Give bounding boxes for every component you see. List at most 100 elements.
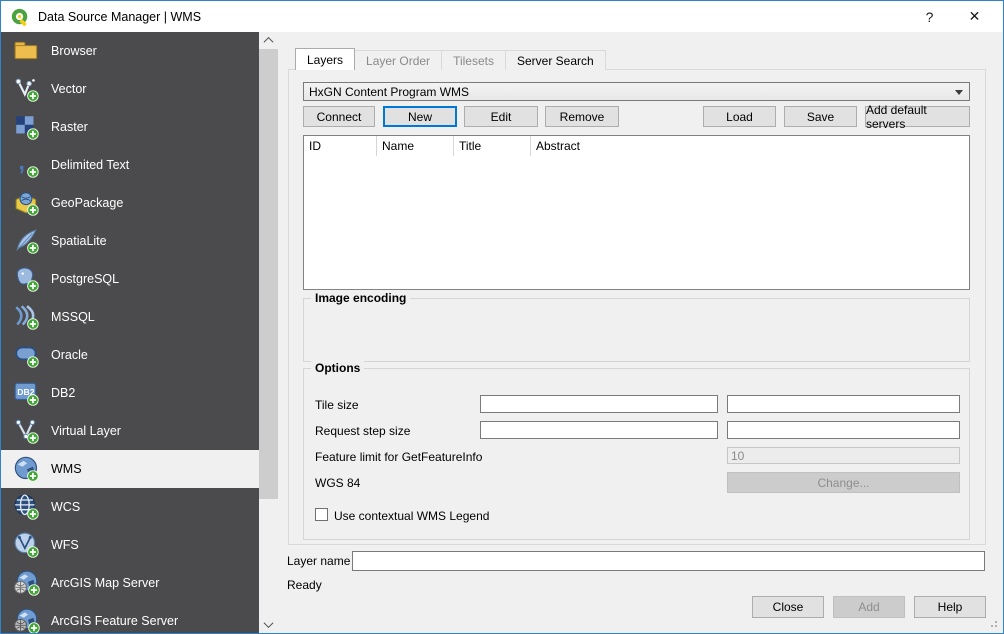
- sidebar-item-label: ArcGIS Feature Server: [51, 614, 178, 628]
- sidebar-item-virtual-layer[interactable]: Virtual Layer: [1, 412, 259, 450]
- close-titlebar-button[interactable]: ✕: [952, 1, 997, 32]
- sidebar-item-label: ArcGIS Map Server: [51, 576, 159, 590]
- resize-grip-icon[interactable]: [987, 617, 997, 627]
- sidebar-item-postgresql[interactable]: PostgreSQL: [1, 260, 259, 298]
- scrollbar-thumb[interactable]: [259, 49, 278, 499]
- sidebar-item-wms[interactable]: WMS: [1, 450, 259, 488]
- tab-layers[interactable]: Layers: [295, 48, 355, 70]
- column-header-abstract[interactable]: Abstract: [531, 136, 969, 156]
- feature-limit-label: Feature limit for GetFeatureInfo: [315, 450, 482, 464]
- scroll-up-icon[interactable]: [259, 32, 278, 49]
- column-header-name[interactable]: Name: [377, 136, 454, 156]
- load-button[interactable]: Load: [703, 106, 776, 127]
- button-label: Load: [726, 110, 753, 124]
- column-header-id[interactable]: ID: [304, 136, 377, 156]
- arcgis-map-server-icon: [13, 569, 41, 597]
- edit-button[interactable]: Edit: [464, 106, 538, 127]
- sidebar-item-arcgis-feature-server[interactable]: ArcGIS Feature Server: [1, 602, 259, 633]
- step-height-input[interactable]: [727, 421, 960, 439]
- group-title: Image encoding: [311, 291, 410, 305]
- folder-icon: [13, 37, 41, 65]
- selected-connection-label: HxGN Content Program WMS: [309, 85, 469, 99]
- button-label: Save: [807, 110, 834, 124]
- column-label: Title: [459, 139, 481, 153]
- layer-name-label: Layer name: [287, 554, 350, 568]
- connect-button[interactable]: Connect: [303, 106, 375, 127]
- tile-width-input[interactable]: [480, 395, 718, 413]
- sidebar-item-delimited-text[interactable]: , Delimited Text: [1, 146, 259, 184]
- sidebar-item-mssql[interactable]: MSSQL: [1, 298, 259, 336]
- help-button[interactable]: Help: [914, 596, 986, 618]
- feather-icon: [13, 227, 41, 255]
- button-label: Edit: [491, 110, 512, 124]
- image-encoding-group: Image encoding: [303, 298, 970, 362]
- server-connection-select[interactable]: HxGN Content Program WMS: [303, 82, 970, 101]
- sidebar-item-wfs[interactable]: WFS: [1, 526, 259, 564]
- add-button: Add: [833, 596, 905, 618]
- sidebar-scrollbar[interactable]: [259, 32, 278, 633]
- sidebar-item-label: SpatiaLite: [51, 234, 107, 248]
- wms-panel: Layers Layer Order Tilesets Server Searc…: [278, 32, 1003, 633]
- add-default-servers-button[interactable]: Add default servers: [865, 106, 970, 127]
- svg-text:,: ,: [18, 151, 25, 175]
- column-header-title[interactable]: Title: [454, 136, 531, 156]
- sidebar-item-db2[interactable]: DB2 DB2: [1, 374, 259, 412]
- remove-button[interactable]: Remove: [545, 106, 619, 127]
- oracle-icon: [13, 341, 41, 369]
- sidebar-item-label: Vector: [51, 82, 86, 96]
- sidebar-item-label: WMS: [51, 462, 82, 476]
- window-title: Data Source Manager | WMS: [38, 10, 201, 24]
- layer-name-input[interactable]: [352, 551, 985, 571]
- wms-globe-icon: [13, 455, 41, 483]
- status-text: Ready: [287, 578, 322, 592]
- group-title: Options: [311, 361, 364, 375]
- button-label: Close: [773, 600, 804, 614]
- sidebar-item-geopackage[interactable]: GeoPackage: [1, 184, 259, 222]
- sidebar-item-arcgis-map-server[interactable]: ArcGIS Map Server: [1, 564, 259, 602]
- tab-label: Layers: [307, 53, 343, 67]
- crs-label: WGS 84: [315, 476, 360, 490]
- new-button[interactable]: New: [383, 106, 457, 127]
- contextual-legend-checkbox[interactable]: [315, 508, 328, 521]
- sidebar-item-spatialite[interactable]: SpatiaLite: [1, 222, 259, 260]
- sidebar-item-label: Raster: [51, 120, 88, 134]
- tile-size-label: Tile size: [315, 398, 359, 412]
- vector-icon: [13, 75, 41, 103]
- close-button[interactable]: Close: [752, 596, 824, 618]
- wcs-globe-icon: [13, 493, 41, 521]
- elephant-icon: [13, 265, 41, 293]
- sidebar-item-wcs[interactable]: WCS: [1, 488, 259, 526]
- save-button[interactable]: Save: [784, 106, 857, 127]
- sidebar-item-vector[interactable]: Vector: [1, 70, 259, 108]
- sidebar-item-label: WCS: [51, 500, 80, 514]
- sidebar-item-browser[interactable]: Browser: [1, 32, 259, 70]
- contextual-legend-label: Use contextual WMS Legend: [334, 509, 489, 523]
- button-label: Change...: [817, 476, 869, 490]
- column-label: Name: [382, 139, 414, 153]
- tile-height-input[interactable]: [727, 395, 960, 413]
- step-width-input[interactable]: [480, 421, 718, 439]
- db2-icon: DB2: [13, 379, 41, 407]
- sidebar-item-label: Browser: [51, 44, 97, 58]
- sidebar-item-label: Virtual Layer: [51, 424, 121, 438]
- virtual-layer-icon: [13, 417, 41, 445]
- raster-icon: [13, 113, 41, 141]
- sidebar-item-raster[interactable]: Raster: [1, 108, 259, 146]
- button-label: Connect: [317, 110, 362, 124]
- tab-tilesets: Tilesets: [441, 50, 506, 70]
- sidebar-item-label: PostgreSQL: [51, 272, 119, 286]
- tab-server-search[interactable]: Server Search: [505, 50, 606, 70]
- tab-label: Layer Order: [366, 54, 430, 68]
- geopackage-icon: [13, 189, 41, 217]
- help-titlebar-button[interactable]: ?: [907, 1, 952, 32]
- button-label: Help: [938, 600, 963, 614]
- sidebar-item-label: GeoPackage: [51, 196, 123, 210]
- arcgis-feature-server-icon: [13, 607, 41, 633]
- data-source-manager-dialog: Data Source Manager | WMS ? ✕ Browser Ve…: [0, 0, 1004, 634]
- mssql-icon: [13, 303, 41, 331]
- column-label: ID: [309, 139, 321, 153]
- sidebar-item-oracle[interactable]: Oracle: [1, 336, 259, 374]
- scroll-down-icon[interactable]: [259, 616, 278, 633]
- qgis-logo-icon: [10, 7, 30, 27]
- button-label: Add: [858, 600, 879, 614]
